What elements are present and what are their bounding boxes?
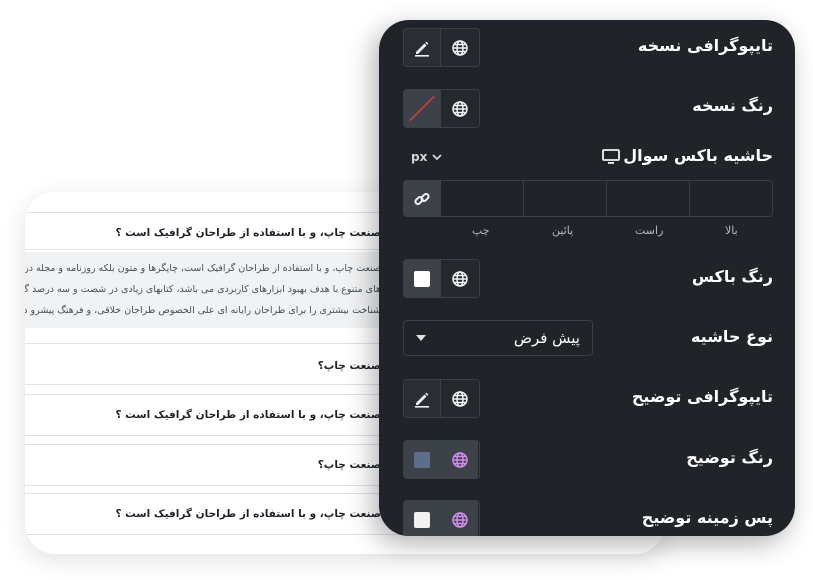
- no-color-swatch-icon: [409, 95, 435, 122]
- description-background-label: پس زمینه توضیح: [641, 508, 773, 527]
- color-picker-button[interactable]: [404, 501, 441, 536]
- color-picker-button[interactable]: [404, 441, 441, 478]
- pencil-icon: [415, 41, 429, 57]
- globe-icon: [451, 39, 468, 56]
- body-color-label: رنگ نسخه: [692, 96, 773, 115]
- unit-select[interactable]: px: [411, 150, 442, 164]
- description-typography-label: تایپوگرافی توضیح: [631, 387, 773, 406]
- border-type-value: پیش فرض: [513, 329, 580, 347]
- dimension-label-bottom: پائین: [552, 224, 574, 237]
- global-color-button[interactable]: [441, 501, 478, 536]
- box-color-swatch: [414, 270, 430, 287]
- faq-answer-line: شناخت بیشتری را برای طراحان رایانه ای عل…: [25, 305, 381, 316]
- border-bottom-input[interactable]: [524, 180, 607, 217]
- globe-icon: [451, 100, 468, 117]
- faq-question[interactable]: صنعت چاپ؟: [318, 360, 381, 372]
- question-box-border-label: حاشیه باکس سوال: [623, 146, 773, 165]
- global-color-button[interactable]: [441, 260, 478, 297]
- border-right-input[interactable]: [607, 180, 690, 217]
- body-color-control: [403, 89, 480, 128]
- border-left-input[interactable]: [441, 180, 524, 217]
- border-type-label: نوع حاشیه: [690, 327, 773, 346]
- global-color-button[interactable]: [441, 441, 478, 478]
- faq-answer-line: های متنوع با هدف بهبود ابزارهای کاربردی …: [25, 284, 381, 295]
- description-typography-control: [403, 379, 480, 418]
- border-type-select[interactable]: پیش فرض: [403, 320, 593, 356]
- link-values-button[interactable]: [403, 180, 441, 217]
- caret-down-icon: [416, 335, 426, 341]
- globe-icon: [451, 390, 468, 407]
- dimension-label-left: چپ: [472, 224, 490, 237]
- global-color-button[interactable]: [441, 90, 478, 127]
- box-color-label: رنگ باکس: [691, 267, 773, 286]
- body-typography-control: [403, 28, 480, 67]
- global-settings-button[interactable]: [441, 29, 478, 66]
- faq-answer-line: صنعت چاپ، و با استفاده از طراحان گرافیک …: [25, 263, 381, 274]
- description-background-swatch: [414, 511, 430, 528]
- description-background-control: [403, 500, 480, 536]
- description-color-control: [403, 440, 480, 479]
- dimension-label-top: بالا: [725, 224, 738, 237]
- global-settings-button[interactable]: [441, 380, 478, 417]
- body-typography-label: تایپوگرافی نسخه: [637, 36, 773, 55]
- dimension-label-right: راست: [635, 224, 664, 237]
- edit-typography-button[interactable]: [404, 29, 441, 66]
- unit-value: px: [411, 150, 428, 164]
- box-color-control: [403, 259, 480, 298]
- description-color-label: رنگ توضیح: [686, 448, 773, 467]
- pencil-icon: [415, 392, 429, 408]
- globe-icon: [451, 451, 468, 468]
- desktop-icon[interactable]: [601, 148, 621, 166]
- description-color-swatch: [414, 451, 430, 468]
- settings-panel: تایپوگرافی نسخه رنگ نسخه حاشیه باکس سوال…: [379, 20, 795, 536]
- faq-question[interactable]: صنعت چاپ، و با استفاده از طراحان گرافیک …: [115, 227, 381, 239]
- border-top-input[interactable]: [690, 180, 773, 217]
- chevron-down-icon: [432, 154, 442, 161]
- globe-icon: [451, 270, 468, 287]
- link-icon: [414, 192, 430, 205]
- faq-question[interactable]: صنعت چاپ، و با استفاده از طراحان گرافیک …: [115, 508, 381, 520]
- color-picker-button[interactable]: [404, 90, 441, 127]
- border-dimensions: [403, 180, 773, 217]
- faq-question[interactable]: صنعت چاپ، و با استفاده از طراحان گرافیک …: [115, 409, 381, 421]
- edit-typography-button[interactable]: [404, 380, 441, 417]
- color-picker-button[interactable]: [404, 260, 441, 297]
- faq-question[interactable]: صنعت چاپ؟: [318, 459, 381, 471]
- globe-icon: [451, 511, 468, 528]
